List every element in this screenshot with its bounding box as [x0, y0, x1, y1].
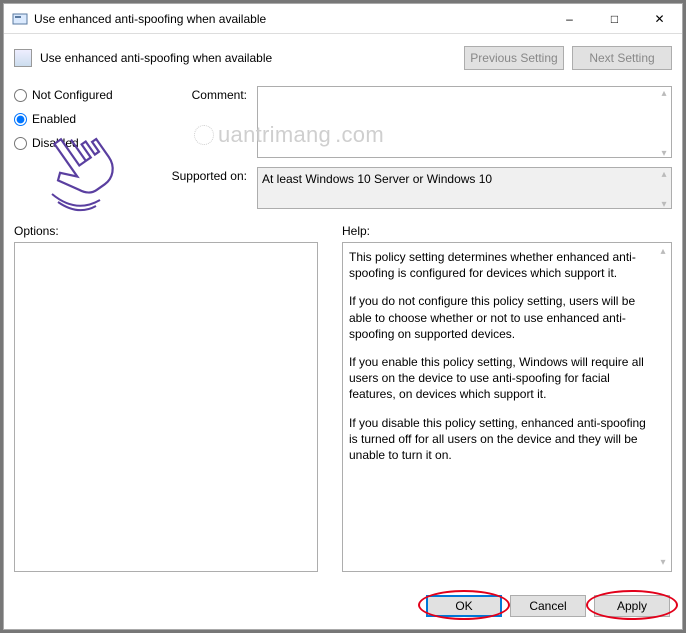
dialog-window: Use enhanced anti-spoofing when availabl… [3, 3, 683, 630]
header: Use enhanced anti-spoofing when availabl… [4, 34, 682, 82]
radio-enabled[interactable]: Enabled [14, 112, 152, 126]
supported-label: Supported on: [162, 167, 247, 212]
next-setting-button[interactable]: Next Setting [572, 46, 672, 70]
help-paragraph: If you enable this policy setting, Windo… [349, 354, 653, 403]
panes: This policy setting determines whether e… [4, 242, 682, 585]
supported-row: Supported on: ▴▾ [4, 161, 682, 212]
help-paragraph: If you disable this policy setting, enha… [349, 415, 653, 464]
comment-input[interactable] [257, 86, 672, 158]
supported-on-field [257, 167, 672, 209]
comment-label: Comment: [162, 86, 247, 161]
policy-icon [14, 49, 32, 67]
policy-title: Use enhanced anti-spoofing when availabl… [40, 51, 464, 65]
options-pane [14, 242, 318, 572]
maximize-button[interactable]: □ [592, 4, 637, 33]
state-radios: Not Configured Enabled Disabled [14, 86, 152, 161]
help-pane: This policy setting determines whether e… [342, 242, 672, 572]
radio-not-configured[interactable]: Not Configured [14, 88, 152, 102]
nav-buttons: Previous Setting Next Setting [464, 46, 672, 70]
close-button[interactable]: ✕ [637, 4, 682, 33]
app-icon [12, 11, 28, 27]
apply-button[interactable]: Apply [594, 595, 670, 617]
cancel-button[interactable]: Cancel [510, 595, 586, 617]
pane-labels: Options: Help: [4, 212, 682, 242]
radio-label: Not Configured [32, 88, 113, 102]
config-row: Not Configured Enabled Disabled Comment:… [4, 82, 682, 161]
scroll-indicator: ▴▾ [656, 245, 670, 569]
footer: OK Cancel Apply [4, 585, 682, 629]
previous-setting-button[interactable]: Previous Setting [464, 46, 564, 70]
help-label: Help: [342, 224, 370, 238]
help-paragraph: This policy setting determines whether e… [349, 249, 653, 281]
ok-button[interactable]: OK [426, 595, 502, 617]
options-label: Options: [14, 224, 318, 238]
minimize-button[interactable]: – [547, 4, 592, 33]
help-paragraph: If you do not configure this policy sett… [349, 293, 653, 342]
radio-disabled[interactable]: Disabled [14, 136, 152, 150]
window-title: Use enhanced anti-spoofing when availabl… [34, 12, 547, 26]
titlebar: Use enhanced anti-spoofing when availabl… [4, 4, 682, 34]
radio-label: Enabled [32, 112, 76, 126]
window-controls: – □ ✕ [547, 4, 682, 33]
radio-label: Disabled [32, 136, 79, 150]
